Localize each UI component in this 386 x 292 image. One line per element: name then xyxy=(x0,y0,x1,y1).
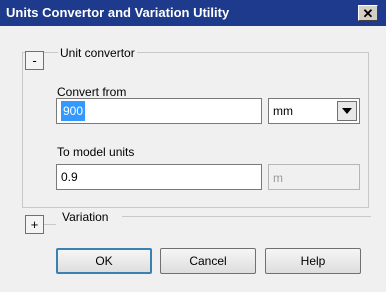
to-model-units-input[interactable]: 0.9 xyxy=(56,164,262,190)
unit-convertor-legend: Unit convertor xyxy=(58,46,137,60)
convert-from-input[interactable] xyxy=(56,98,262,124)
variation-divider-left xyxy=(44,224,56,225)
variation-expand-button[interactable]: + xyxy=(25,215,44,234)
ok-button-label: OK xyxy=(95,254,113,268)
from-unit-select[interactable]: mm xyxy=(268,98,360,124)
collapse-icon: - xyxy=(32,53,37,68)
convert-from-label: Convert from xyxy=(57,85,127,99)
chevron-down-icon[interactable] xyxy=(337,101,357,121)
model-unit-value: m xyxy=(273,171,283,185)
to-model-units-value: 0.9 xyxy=(61,170,78,184)
from-unit-value: mm xyxy=(273,104,293,118)
ok-button[interactable]: OK xyxy=(56,248,152,274)
help-button-label: Help xyxy=(300,254,326,268)
to-model-units-label: To model units xyxy=(57,145,135,159)
expand-icon: + xyxy=(30,217,39,232)
cancel-button[interactable]: Cancel xyxy=(160,248,256,274)
help-button[interactable]: Help xyxy=(265,248,361,274)
window-title: Units Convertor and Variation Utility xyxy=(6,5,230,20)
close-icon: ✕ xyxy=(362,5,374,21)
title-bar[interactable]: Units Convertor and Variation Utility ✕ xyxy=(0,0,386,26)
cancel-button-label: Cancel xyxy=(189,254,227,268)
model-unit-field: m xyxy=(268,164,360,190)
close-button[interactable]: ✕ xyxy=(358,5,378,21)
variation-divider-right xyxy=(122,216,371,217)
dialog-window: Units Convertor and Variation Utility ✕ … xyxy=(0,0,386,292)
unit-convertor-collapse-button[interactable]: - xyxy=(25,51,44,70)
convert-from-selected-text: 900 xyxy=(61,101,86,121)
variation-legend: Variation xyxy=(60,210,111,224)
